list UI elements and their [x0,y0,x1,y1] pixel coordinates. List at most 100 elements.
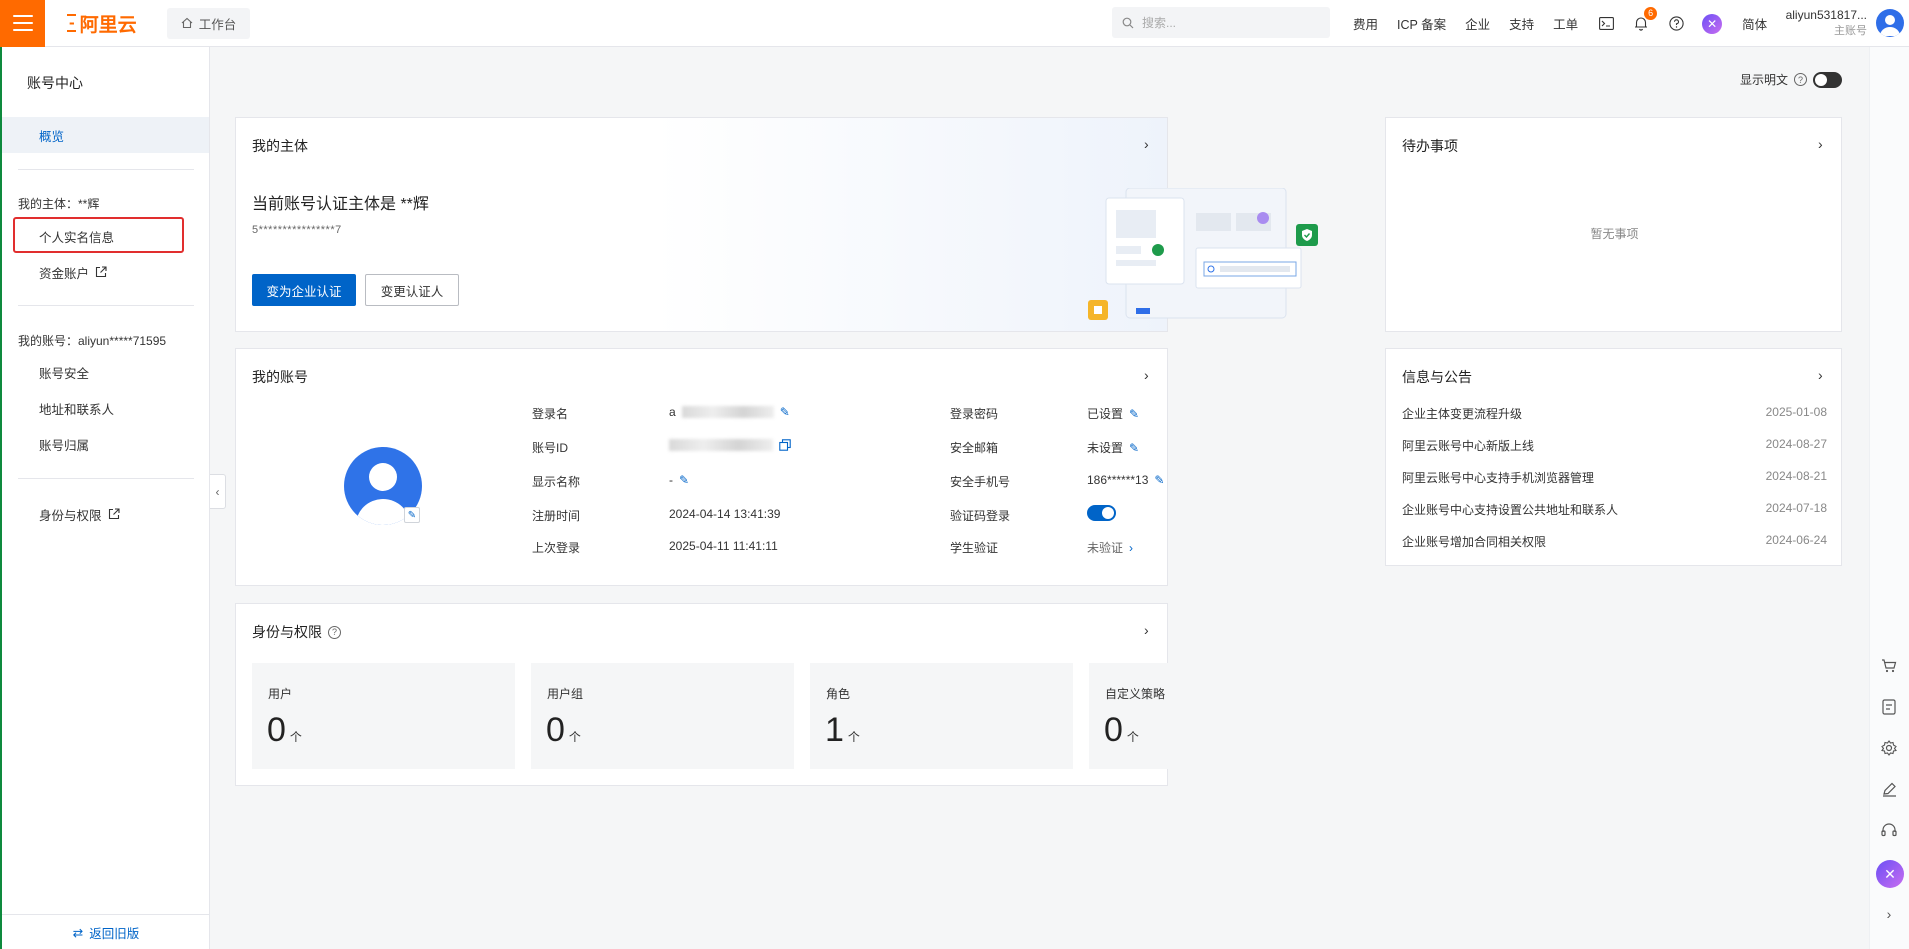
switch-icon: ⇄ [72,925,84,940]
subject-illustration [1088,188,1302,320]
phone-number: 186******13 [1087,473,1149,487]
student-label: 学生验证 [950,541,999,555]
nav-icp[interactable]: ICP 备案 [1397,14,1446,33]
enterprise-auth-button[interactable]: 变为企业认证 [252,274,356,306]
bell-icon[interactable]: 6 [1632,6,1658,33]
identity-permissions-card: 身份与权限 ? › 用户 0个 用户组 0个 角色 1个 自定义策略 0个 [235,603,1352,786]
menu-icon[interactable] [0,0,45,47]
edit-icon[interactable] [1880,780,1898,798]
workbench-button[interactable]: 工作台 [166,7,251,39]
register-time-label: 注册时间 [532,509,581,523]
stat-number: 1 [825,711,844,749]
card-title-text: 身份与权限 [252,624,322,640]
stat-users[interactable]: 用户 0个 [252,663,515,769]
account-id-value [669,439,791,451]
stat-unit: 个 [289,730,302,744]
aliyun-logo[interactable]: - 阿里云 [67,10,137,37]
brand-name: 阿里云 [79,14,137,36]
card-title: 身份与权限 ? [252,622,341,642]
stat-unit: 个 [568,730,581,744]
change-certifier-button[interactable]: 变更认证人 [365,274,459,306]
notice-text: 企业账号中心支持设置公共地址和联系人 [1402,503,1619,517]
notice-card: 信息与公告 › 企业主体变更流程升级 2025-01-08 阿里云账号中心新版上… [1385,348,1842,566]
display-plaintext-toggle-row: 显示明文 ? [1740,71,1843,88]
cart-icon[interactable] [1880,657,1898,675]
sidebar-item-account-ownership[interactable]: 账号归属 [2,426,209,462]
chevron-right-icon[interactable]: › [1818,136,1823,152]
stat-custom-policies[interactable]: 自定义策略 0个 [1089,663,1352,769]
chevron-right-icon[interactable]: › [1144,367,1149,383]
card-title: 信息与公告 [1402,369,1472,385]
nav-billing[interactable]: 费用 [1353,14,1378,33]
copy-icon[interactable] [779,439,791,451]
edit-pencil-icon[interactable]: ✎ [679,473,689,487]
stat-user-groups[interactable]: 用户组 0个 [531,663,794,769]
notice-item[interactable]: 阿里云账号中心新版上线 2024-08-27 [1402,437,1827,454]
question-icon[interactable]: ? [328,625,341,639]
notice-text: 企业账号增加合同相关权限 [1402,535,1547,549]
chevron-right-icon[interactable]: › [1144,136,1149,152]
terminal-icon[interactable] [1597,15,1615,33]
notice-date: 2024-07-18 [1765,501,1827,515]
password-label: 登录密码 [950,407,999,421]
search-icon [1122,17,1134,28]
notice-text: 阿里云账号中心支持手机浏览器管理 [1402,471,1595,485]
nav-ticket[interactable]: 工单 [1553,14,1578,33]
last-login-label: 上次登录 [532,541,581,555]
notice-item[interactable]: 企业账号中心支持设置公共地址和联系人 2024-07-18 [1402,501,1827,518]
edit-pencil-icon[interactable]: ✎ [780,405,790,419]
top-nav: 费用 ICP 备案 企业 支持 工单 6 ✕ 简体 [1353,0,1786,47]
display-plaintext-switch[interactable] [1813,71,1843,88]
stat-roles[interactable]: 角色 1个 [810,663,1073,769]
login-name-label: 登录名 [532,407,569,421]
back-to-old-version[interactable]: ⇄ 返回旧版 [2,914,210,949]
document-icon[interactable] [1880,698,1898,716]
todo-empty-text: 暂无事项 [1590,227,1639,241]
sidebar-item-fund-account[interactable]: 资金账户 [2,254,209,290]
email-value: 未设置 ✎ [1087,439,1139,456]
email-status: 未设置 [1087,441,1124,455]
register-time-value: 2024-04-14 13:41:39 [669,507,781,521]
masked-value [681,406,774,418]
logo-mark-icon: - [67,13,76,32]
headset-icon[interactable] [1880,821,1898,839]
ai-assistant-icon[interactable]: ✕ [1702,13,1723,34]
highlight-box [13,217,184,253]
notice-item[interactable]: 企业主体变更流程升级 2025-01-08 [1402,405,1827,422]
language-switch[interactable]: 简体 [1742,14,1767,33]
notice-text: 阿里云账号中心新版上线 [1402,439,1535,453]
gear-icon[interactable] [1880,739,1898,757]
sidebar-item-label: 账号安全 [39,366,90,381]
edit-avatar-icon[interactable]: ✎ [404,507,420,523]
sms-login-switch[interactable] [1087,505,1116,521]
stat-label: 用户 [268,687,293,701]
question-icon[interactable]: ? [1794,73,1808,86]
help-icon[interactable] [1667,15,1685,33]
student-value[interactable]: 未验证 › [1087,539,1133,556]
chevron-right-icon[interactable]: › [1144,622,1149,638]
sidebar-item-address-contacts[interactable]: 地址和联系人 [2,390,209,426]
nav-enterprise[interactable]: 企业 [1465,14,1490,33]
edit-pencil-icon[interactable]: ✎ [1129,407,1139,421]
sidebar-item-identity-permissions[interactable]: 身份与权限 [2,496,209,532]
sidebar-item-label: 地址和联系人 [39,402,115,417]
nav-support[interactable]: 支持 [1509,14,1534,33]
sidebar-item-overview[interactable]: 概览 [2,117,209,153]
back-old-label: 返回旧版 [89,926,140,941]
ai-assistant-icon[interactable]: ✕ [1876,860,1904,888]
display-plaintext-label: 显示明文 [1740,73,1789,87]
notice-item[interactable]: 企业账号增加合同相关权限 2024-06-24 [1402,533,1827,550]
chevron-right-icon[interactable]: › [1818,367,1823,383]
notice-item[interactable]: 阿里云账号中心支持手机浏览器管理 2024-08-21 [1402,469,1827,486]
user-menu[interactable]: aliyun531817... 主账号 [1784,7,1867,39]
edit-pencil-icon[interactable]: ✎ [1154,473,1164,487]
chevron-right-icon[interactable]: › [1880,905,1898,923]
user-avatar[interactable] [1876,9,1904,37]
login-name-text: a [669,405,676,419]
collapse-sidebar-button[interactable]: ‹ [210,474,226,509]
search-input[interactable]: 搜索... [1112,7,1330,38]
phone-value: 186******13 ✎ [1087,473,1164,487]
sidebar-item-account-security[interactable]: 账号安全 [2,354,209,390]
edit-pencil-icon[interactable]: ✎ [1129,441,1139,455]
sms-login-value [1087,505,1116,521]
